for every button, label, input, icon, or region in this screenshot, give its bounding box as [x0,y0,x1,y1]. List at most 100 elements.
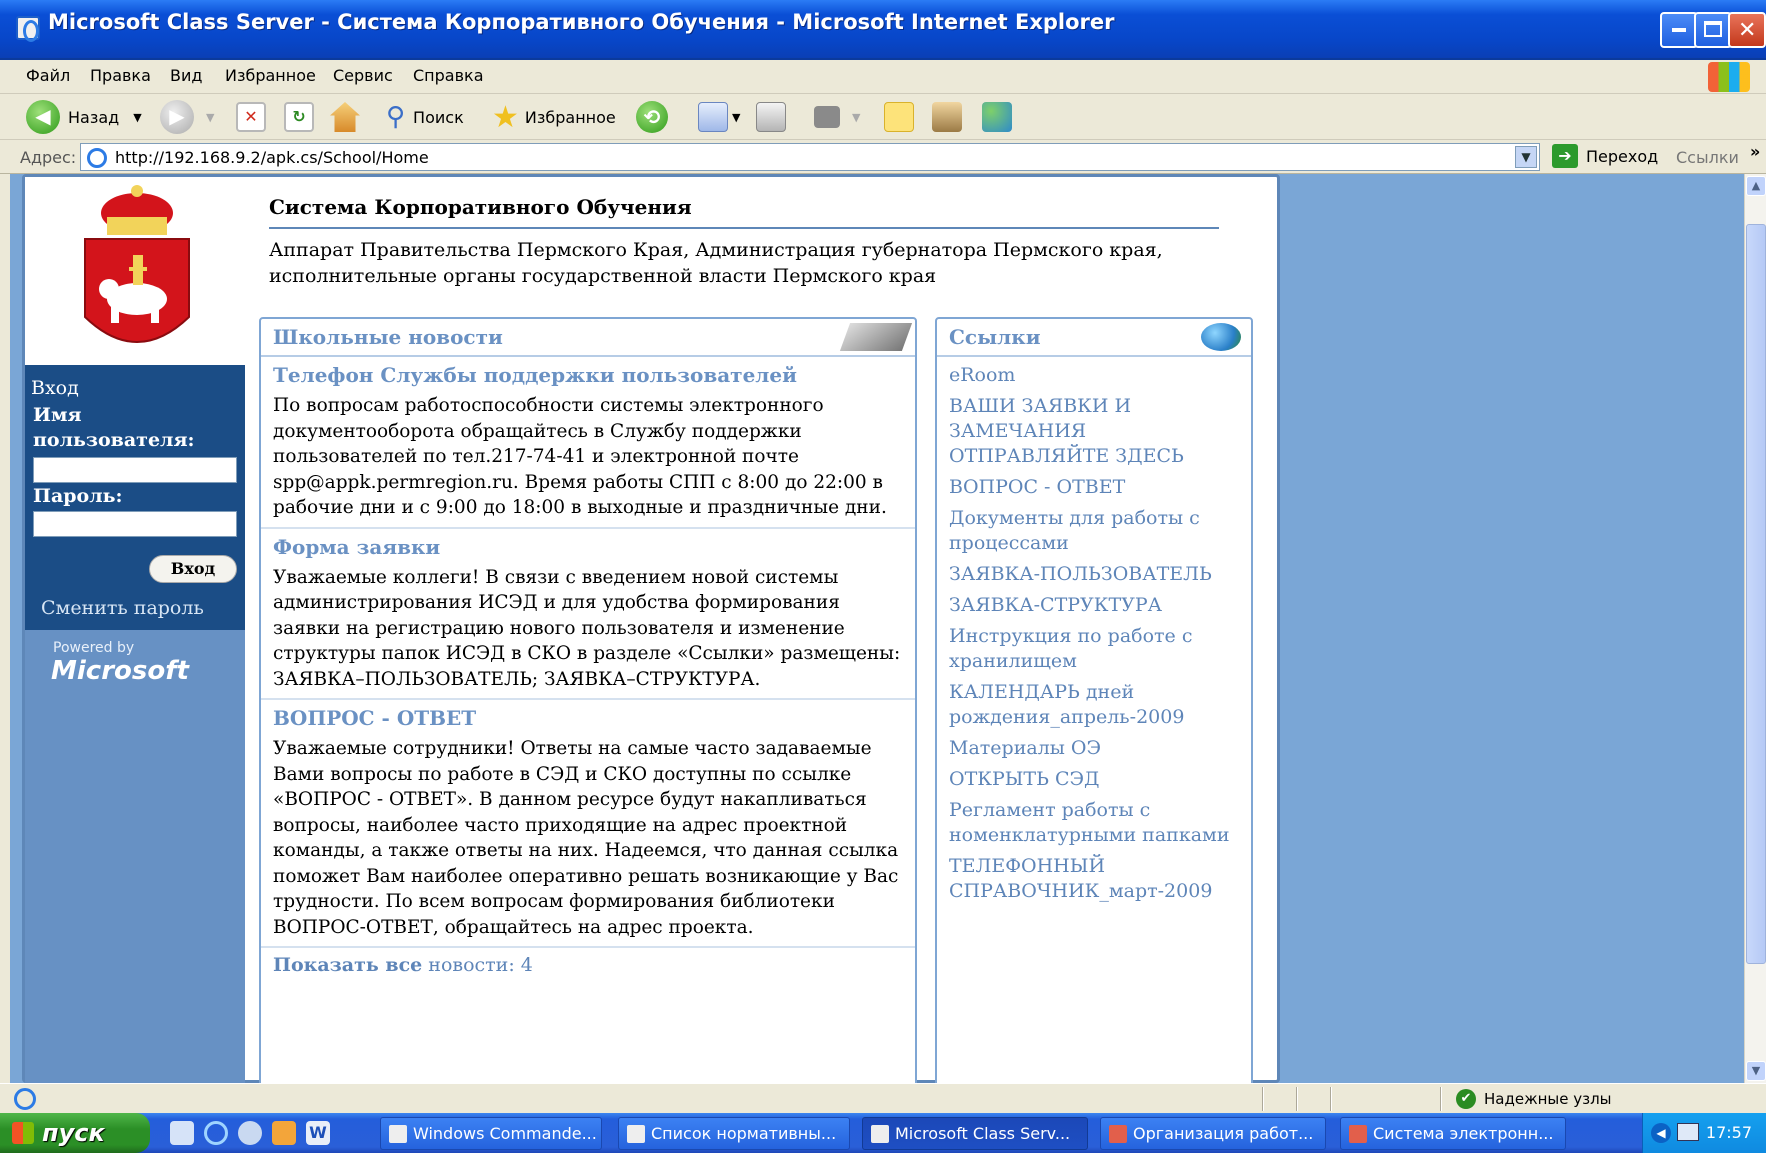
powerpoint-icon [1109,1125,1127,1143]
password-label: Пароль: [33,485,123,507]
print-button[interactable] [756,94,786,140]
powered-by-text: Powered by [53,640,135,656]
mail-button[interactable]: ▼ [698,94,740,140]
links-toolbar[interactable]: Ссылки [1676,148,1739,167]
vertical-scrollbar[interactable]: ▲ ▼ [1744,174,1766,1083]
link-item[interactable]: ЗАЯВКА-СТРУКТУРА [949,593,1239,618]
messenger-icon [982,102,1012,132]
scroll-thumb[interactable] [1746,224,1766,964]
app-icon[interactable] [272,1121,296,1145]
stop-button[interactable]: ✕ [236,94,266,140]
desktop-icon[interactable] [170,1121,194,1145]
link-item[interactable]: ТЕЛЕФОННЫЙ СПРАВОЧНИК_март-2009 [949,854,1239,904]
go-button[interactable]: ➔ Переход [1552,144,1658,168]
taskbar: пуск W Windows Commande... Список нормат… [0,1113,1766,1153]
back-arrow-icon: ◀ [26,100,60,134]
powerpoint-icon [1349,1125,1367,1143]
news-count: новости: 4 [428,954,533,976]
back-button[interactable]: ◀ Назад ▼ [26,94,142,140]
news-panel-title: Школьные новости [261,319,915,357]
task-organization[interactable]: Организация работ... [1100,1117,1326,1150]
chevron-down-icon: ▼ [206,110,215,124]
stop-icon: ✕ [236,102,266,132]
links-panel: Ссылки eRoom ВАШИ ЗАЯВКИ И ЗАМЕЧАНИЯ ОТП… [935,317,1253,1083]
change-password-link[interactable]: Сменить пароль [41,597,204,619]
menu-help[interactable]: Справка [413,66,484,85]
menu-tools[interactable]: Сервис [333,66,393,85]
link-item[interactable]: Регламент работы с номенклатурными папка… [949,798,1239,848]
news-item-title[interactable]: Форма заявки [273,535,903,559]
search-button[interactable]: ⚲ Поиск [386,94,464,140]
edit-button[interactable]: ▼ [814,94,860,140]
mail-icon [698,102,728,132]
link-item[interactable]: ОТКРЫТЬ СЭД [949,767,1239,792]
username-input[interactable] [33,457,237,483]
link-item[interactable]: Материалы ОЭ [949,736,1239,761]
task-label: Организация работ... [1133,1124,1314,1143]
tray-arrow-icon[interactable]: ◀ [1651,1123,1671,1143]
research-button[interactable] [932,94,962,140]
home-button[interactable] [330,94,360,140]
news-item: ВОПРОС - ОТВЕТ Уважаемые сотрудники! Отв… [261,700,915,948]
windows-logo-icon [1708,62,1750,92]
task-label: Microsoft Class Serv... [895,1124,1071,1143]
favorites-button[interactable]: ★ Избранное [492,94,616,140]
minimize-button[interactable] [1660,12,1698,48]
logo-area [25,177,245,365]
close-button[interactable]: ✕ [1728,12,1766,48]
link-item[interactable]: КАЛЕНДАРЬ дней рождения_апрель-2009 [949,680,1239,730]
task-normative-list[interactable]: Список нормативны... [618,1117,850,1150]
chevron-down-icon: ▼ [732,110,741,124]
forward-button[interactable]: ▶ ▼ [160,94,214,140]
menu-edit[interactable]: Правка [90,66,151,85]
login-button[interactable]: Вход [149,555,237,583]
maximize-button[interactable] [1694,12,1732,48]
sidebar: Вход Имя пользователя: Пароль: Вход Смен… [25,365,245,1083]
start-button[interactable]: пуск [0,1113,150,1153]
messenger-button[interactable] [982,94,1012,140]
task-windows-commander[interactable]: Windows Commande... [380,1117,602,1150]
title-bar[interactable]: Microsoft Class Server - Система Корпора… [0,0,1766,60]
menu-file[interactable]: Файл [26,66,70,85]
site-title: Система Корпоративного Обучения [269,195,1219,229]
link-item[interactable]: Документы для работы с процессами [949,506,1239,556]
link-item[interactable]: Инструкция по работе с хранилищем [949,624,1239,674]
microsoft-logo: Microsoft [51,656,189,686]
portal-page: Вход Имя пользователя: Пароль: Вход Смен… [22,174,1280,1083]
chevron-right-icon[interactable]: » [1750,142,1760,161]
discuss-button[interactable] [884,94,914,140]
ie-page-icon [87,148,107,168]
show-all-link[interactable]: Показать все [273,954,422,976]
scroll-down-icon[interactable]: ▼ [1746,1061,1766,1081]
chevron-down-icon[interactable]: ▼ [1515,146,1537,168]
refresh-button[interactable]: ↻ [284,94,314,140]
history-icon: ⟲ [636,101,668,133]
ie-quicklaunch-icon[interactable] [204,1121,228,1145]
address-input[interactable]: http://192.168.9.2/apk.cs/School/Home ▼ [80,143,1540,171]
news-footer: Показать все новости: 4 [261,948,915,982]
username-label: Имя пользователя: [33,404,195,451]
back-label: Назад [68,107,120,127]
browser-window: Microsoft Class Server - Система Корпора… [0,0,1766,1153]
word-icon[interactable]: W [306,1121,330,1145]
login-panel: Вход Имя пользователя: Пароль: Вход Смен… [25,365,245,625]
outlook-icon[interactable] [238,1121,262,1145]
menu-view[interactable]: Вид [170,66,202,85]
menu-favorites[interactable]: Избранное [225,66,316,85]
scroll-up-icon[interactable]: ▲ [1746,176,1766,196]
zone-label: Надежные узлы [1484,1090,1612,1108]
ie-icon [16,16,40,42]
history-button[interactable]: ⟲ [636,94,668,140]
news-panel: Школьные новости Телефон Службы поддержк… [259,317,917,1083]
link-item[interactable]: eRoom [949,363,1239,388]
task-class-server[interactable]: Microsoft Class Serv... [862,1117,1088,1150]
news-item-title[interactable]: ВОПРОС - ОТВЕТ [273,706,903,730]
network-icon[interactable] [1677,1123,1699,1141]
news-item-title[interactable]: Телефон Службы поддержки пользователей [273,363,903,387]
password-input[interactable] [33,511,237,537]
refresh-icon: ↻ [284,102,314,132]
task-electronic-system[interactable]: Система электронн... [1340,1117,1566,1150]
link-item[interactable]: ВАШИ ЗАЯВКИ И ЗАМЕЧАНИЯ ОТПРАВЛЯЙТЕ ЗДЕС… [949,394,1239,469]
link-item[interactable]: ЗАЯВКА-ПОЛЬЗОВАТЕЛЬ [949,562,1239,587]
link-item[interactable]: ВОПРОС - ОТВЕТ [949,475,1239,500]
